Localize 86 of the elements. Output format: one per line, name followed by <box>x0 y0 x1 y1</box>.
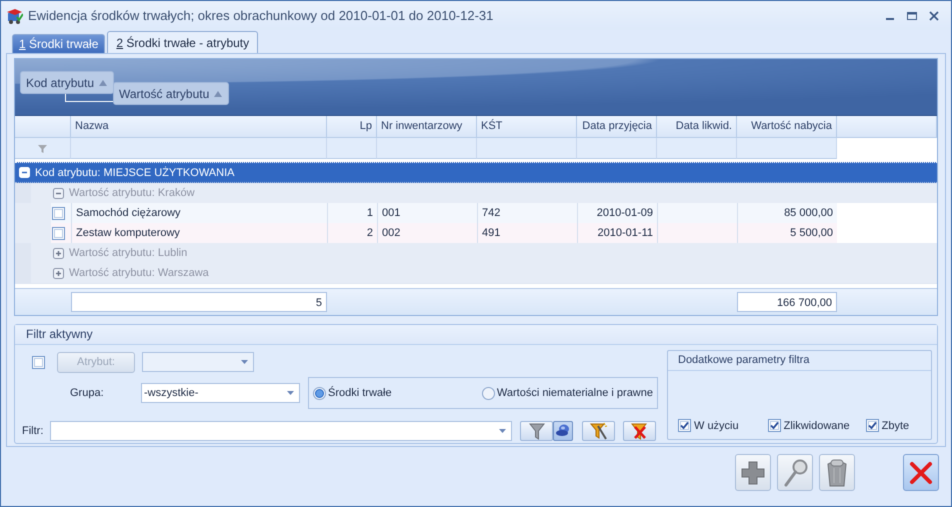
table-cell: 001 <box>377 203 477 223</box>
panel-title: Filtr aktywny <box>15 325 937 345</box>
plus-icon <box>740 460 766 486</box>
expand-icon[interactable] <box>53 268 64 278</box>
checkbox[interactable] <box>32 356 45 368</box>
funnel-icon <box>528 422 544 440</box>
collapse-icon[interactable] <box>53 188 64 198</box>
pin-icon <box>555 423 571 439</box>
group-dropdown[interactable]: -wszystkie- <box>141 383 300 403</box>
table-cell: 85 000,00 <box>737 203 837 223</box>
checkbox[interactable] <box>52 226 65 240</box>
tab[interactable]: 1 Środki trwałe <box>12 34 106 53</box>
group-row[interactable]: Kod atrybutu: MIEJSCE UŻYTKOWANIA <box>15 162 937 183</box>
checkbox[interactable] <box>678 419 691 432</box>
table-cell: Zestaw komputerowy <box>71 223 327 243</box>
filter-field[interactable] <box>50 421 512 441</box>
column-header[interactable]: Wartość nabycia <box>737 116 837 138</box>
table-cell: Samochód ciężarowy <box>71 203 327 223</box>
filter-cell[interactable] <box>71 138 327 159</box>
column-header[interactable]: Nr inwentarzowy <box>377 116 477 138</box>
dropdown-arrow-icon <box>241 360 248 364</box>
filter-cell[interactable] <box>327 138 377 159</box>
group-title: Dodatkowe parametry filtra <box>668 351 931 371</box>
dropdown-arrow-icon <box>499 429 506 433</box>
field-label: Grupa: <box>69 387 105 399</box>
table-cell: 2010-01-11 <box>577 223 657 243</box>
filter-cell[interactable] <box>577 138 657 159</box>
checkbox-option[interactable]: Zlikwidowane <box>768 419 850 432</box>
funnel-wand-icon <box>590 422 608 440</box>
field-label: Filtr: <box>22 425 44 437</box>
window-title: Ewidencja środków trwałych; okres obrachunkowy od 2010-01-01 do 2010-12-31 <box>28 8 494 23</box>
filter-cell[interactable] <box>657 138 737 159</box>
group-by-chip[interactable]: Wartość atrybutu <box>113 82 230 105</box>
funnel-icon <box>38 144 47 152</box>
table-cell: 1 <box>327 203 377 223</box>
sort-ascending-icon <box>214 90 222 96</box>
close-icon[interactable] <box>929 10 939 20</box>
table-cell: 742 <box>477 203 577 223</box>
radio-button[interactable] <box>482 386 495 400</box>
sort-ascending-icon <box>99 80 108 86</box>
table-cell: 491 <box>477 223 577 243</box>
table-cell: 002 <box>377 223 477 243</box>
summary-cell: 5 <box>71 292 327 312</box>
checkbox[interactable] <box>52 206 65 220</box>
app-icon <box>7 8 23 24</box>
subgroup-label: Wartość atrybutu: Lublin <box>69 247 188 259</box>
radio-option[interactable]: Środki trwałe <box>313 386 392 400</box>
filter-cell[interactable] <box>477 138 577 159</box>
checkbox-option[interactable]: W użyciu <box>678 419 739 432</box>
dropdown-value: -wszystkie- <box>144 387 198 399</box>
checkbox[interactable] <box>768 419 781 432</box>
radio-button[interactable] <box>313 386 326 400</box>
column-header[interactable]: KŚT <box>477 116 577 138</box>
close-icon <box>909 460 933 484</box>
trash-icon <box>825 458 849 488</box>
column-header[interactable]: Lp <box>327 116 377 138</box>
tab[interactable]: 2 Środki trwałe - atrybuty <box>107 31 258 53</box>
summary-cell: 166 700,00 <box>737 292 837 312</box>
group-label: Kod atrybutu: MIEJSCE UŻYTKOWANIA <box>35 166 234 178</box>
filter-tool-button[interactable] <box>623 421 656 441</box>
column-header[interactable]: Data likwid. <box>657 116 737 138</box>
dropdown-arrow-icon <box>287 391 294 395</box>
filter-tool-button[interactable] <box>582 421 615 441</box>
table-cell: 5 500,00 <box>737 223 837 243</box>
magnifier-icon <box>782 458 808 486</box>
group-by-chip[interactable]: Kod atrybutu <box>20 71 114 94</box>
radio-option[interactable]: Wartości niematerialne i prawne <box>482 386 653 400</box>
subgroup-label: Wartość atrybutu: Warszawa <box>69 267 209 279</box>
maximize-icon[interactable] <box>907 10 917 20</box>
funnel-delete-icon <box>630 422 648 440</box>
column-header[interactable]: Nazwa <box>71 116 327 138</box>
table-cell: 2010-01-09 <box>577 203 657 223</box>
subgroup-label: Wartość atrybutu: Kraków <box>69 187 195 199</box>
filter-tool-button[interactable] <box>520 421 553 441</box>
checkbox-option[interactable]: Zbyte <box>866 419 910 432</box>
close-button[interactable] <box>903 454 939 491</box>
expand-icon[interactable] <box>53 248 64 258</box>
filter-cell[interactable] <box>15 138 71 159</box>
column-header[interactable]: Data przyjęcia <box>577 116 657 138</box>
leader-line <box>65 94 113 102</box>
filter-tool-button[interactable] <box>553 421 573 441</box>
column-header <box>15 116 71 138</box>
checkbox[interactable] <box>866 419 879 432</box>
filter-cell[interactable] <box>737 138 837 159</box>
table-cell: 2 <box>327 223 377 243</box>
filter-cell[interactable] <box>377 138 477 159</box>
